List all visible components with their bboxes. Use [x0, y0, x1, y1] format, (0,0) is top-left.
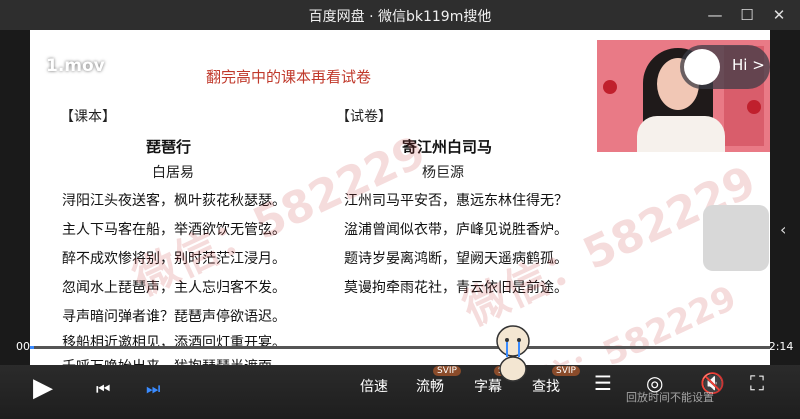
left-letterbox — [0, 30, 30, 365]
assistant-badge-label: Hi > — [732, 56, 765, 74]
fullscreen-icon[interactable]: ⛶ — [750, 371, 764, 395]
next-icon[interactable]: ⏭ — [146, 379, 160, 399]
play-icon[interactable]: ▶ — [33, 373, 53, 403]
cartoon-sticker — [488, 323, 538, 383]
textbook-header: 【课本】 — [60, 109, 116, 125]
right-poem-line: 湓浦曾闻似衣带，庐峰见说胜香炉。 — [344, 222, 568, 238]
progress-bar[interactable] — [30, 346, 770, 349]
left-poem-title: 琵琶行 — [146, 138, 192, 156]
left-poem-line: 寻声暗问弹者谁？琵琶声停欲语迟。 — [62, 309, 286, 325]
download-icon[interactable] — [468, 50, 488, 75]
assistant-badge[interactable]: Hi > — [680, 45, 770, 89]
assistant-avatar-icon — [684, 49, 720, 85]
left-poem-author: 白居易 — [152, 165, 194, 181]
right-letterbox: ‹ — [770, 30, 800, 365]
svip-badge: SVIP — [433, 366, 461, 376]
video-filename: 1.mov — [46, 56, 105, 76]
left-poem-line: 千呼万唤始出来，犹抱琵琶半遮面。 — [62, 356, 286, 365]
playlist-icon[interactable]: ☰ — [594, 371, 612, 395]
video-frame[interactable]: 1.mov 翻完高中的课本再看试卷 【课本】 琵琶行 白居易 浔阳江头夜送客，枫… — [30, 30, 770, 365]
left-poem-line: 移船相近邀相见，添酒回灯重开宴。 — [62, 335, 286, 351]
previous-icon[interactable]: ⏮ — [96, 379, 110, 399]
decor-ball — [603, 80, 617, 94]
share-icon[interactable] — [420, 50, 440, 75]
quality-button[interactable]: 流畅 — [416, 376, 444, 396]
speed-button[interactable]: 倍速 — [360, 376, 388, 396]
maximize-button[interactable]: ☐ — [734, 4, 760, 26]
presenter-body — [637, 116, 725, 152]
collapse-chevron-icon[interactable]: ‹ — [780, 220, 786, 239]
minimize-button[interactable]: — — [702, 4, 728, 26]
player-controls: ▶ ⏮ ⏭ 倍速 流畅 SVIP 字幕 SVIP 查找 SVIP ☰ ◎ 🔇 ⛶… — [0, 365, 800, 419]
svip-badge: SVIP — [552, 366, 580, 376]
window-title: 百度网盘 · 微信bk119m搜他 — [308, 9, 492, 25]
title-bar: 百度网盘 · 微信bk119m搜他 — ☐ ✕ — [0, 0, 800, 30]
hint-text: 回放时间不能设置 — [626, 391, 714, 404]
side-panel-button[interactable] — [703, 205, 769, 271]
slide-title: 翻完高中的课本再看试卷 — [206, 68, 372, 86]
decor-ball — [747, 100, 761, 114]
exam-header: 【试卷】 — [336, 109, 392, 125]
progress-fill — [30, 346, 35, 349]
close-button[interactable]: ✕ — [766, 4, 792, 26]
